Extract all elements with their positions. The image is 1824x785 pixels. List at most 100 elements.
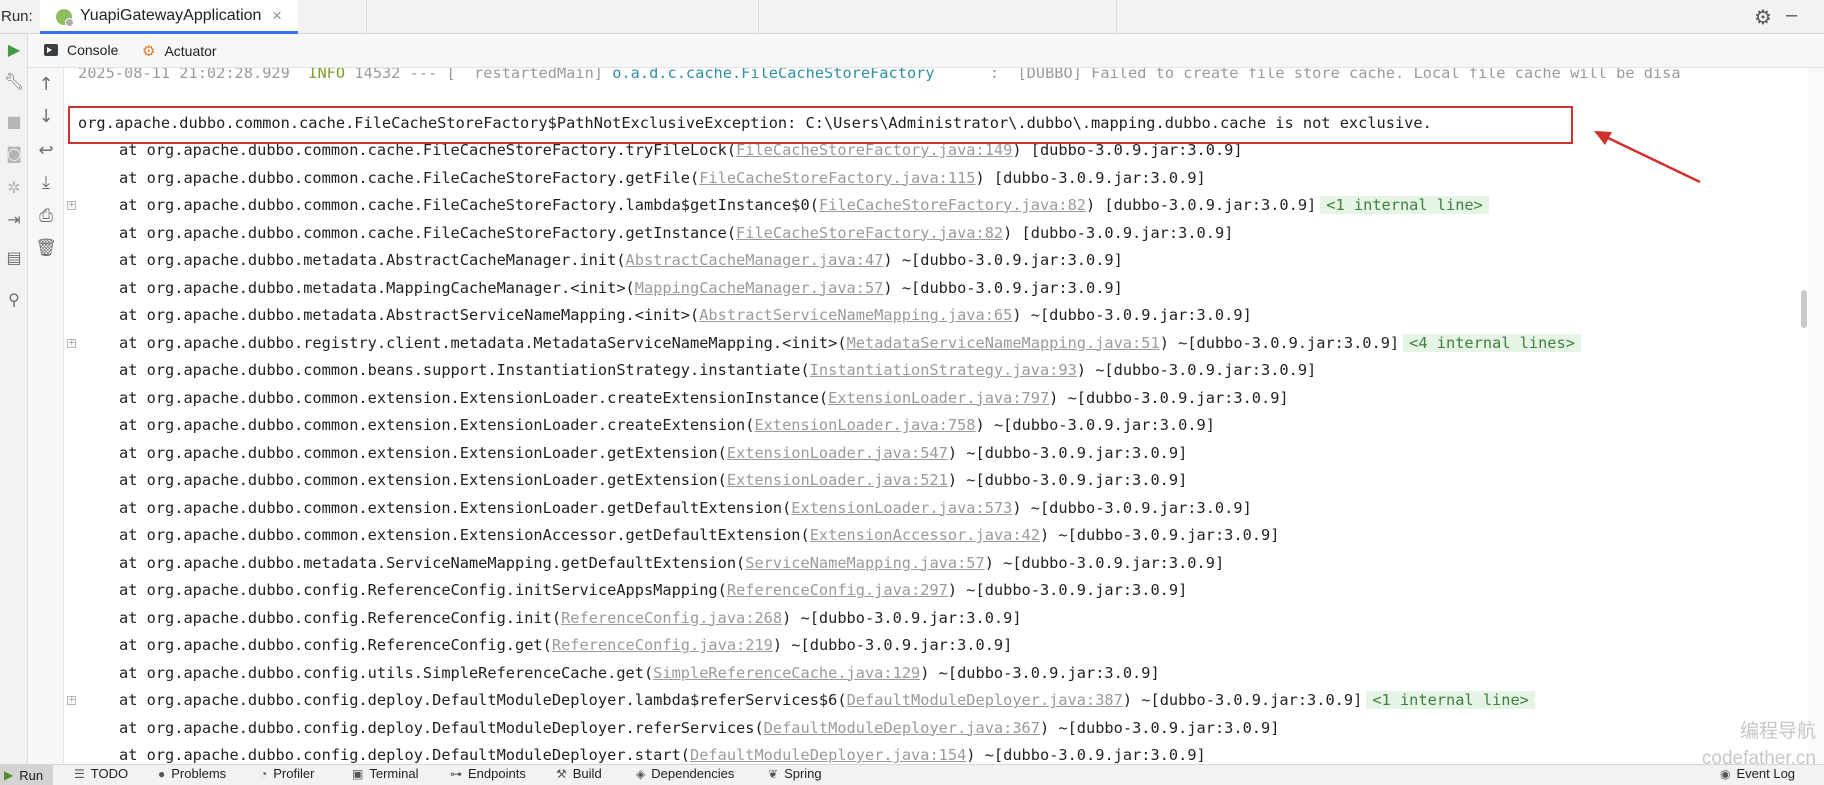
source-link[interactable]: ReferenceConfig.java:268 <box>561 609 782 627</box>
source-link[interactable]: ExtensionLoader.java:547 <box>727 444 948 462</box>
gear-icon[interactable]: ⚙ <box>1754 5 1772 30</box>
log-logger: o.a.d.c.cache.FileCacheStoreFactory <box>612 68 935 82</box>
leaf-icon: ❦ <box>768 766 779 781</box>
source-link[interactable]: ExtensionLoader.java:521 <box>727 471 948 489</box>
tab-yuapi-gateway-application[interactable]: YuapiGatewayApplication × <box>40 0 298 34</box>
source-link[interactable]: ReferenceConfig.java:297 <box>727 581 948 599</box>
log-line: 2025-08-11 21:02:28.929 INFO 14532 --- [… <box>78 68 1681 87</box>
login-icon[interactable]: ⇥ <box>2 210 26 229</box>
frame-jar: ) ~[dubbo-3.0.9.jar:3.0.9] <box>883 251 1123 269</box>
log-date: 2025-08-11 21:02:28.929 <box>78 68 290 82</box>
tool-spring-label: Spring <box>784 766 822 781</box>
source-link[interactable]: InstantiationStrategy.java:93 <box>810 361 1077 379</box>
frame-method: at org.apache.dubbo.metadata.AbstractSer… <box>119 306 700 324</box>
source-link[interactable]: ExtensionLoader.java:758 <box>754 416 975 434</box>
tab-actuator[interactable]: ⚙ Actuator <box>142 42 217 60</box>
frame-jar: ) ~[dubbo-3.0.9.jar:3.0.9] <box>1039 526 1280 544</box>
run-toolbar: Run: YuapiGatewayApplication × ⚙ – <box>0 0 1824 34</box>
tool-terminal[interactable]: ▣ Terminal <box>352 766 418 781</box>
fold-toggle-icon[interactable]: + <box>67 338 76 348</box>
up-arrow-icon[interactable]: ↑ <box>34 74 58 95</box>
close-icon[interactable]: × <box>272 6 282 26</box>
fold-toggle-icon[interactable]: + <box>67 201 76 210</box>
internal-lines-badge[interactable]: <1 internal line> <box>1320 196 1489 214</box>
tool-spring[interactable]: ❦ Spring <box>768 766 822 781</box>
source-link[interactable]: DefaultModuleDeployer.java:154 <box>690 746 966 764</box>
source-link[interactable]: ExtensionLoader.java:573 <box>791 499 1012 517</box>
source-link[interactable]: AbstractServiceNameMapping.java:65 <box>699 306 1012 324</box>
tool-problems-label: Problems <box>171 766 227 781</box>
source-link[interactable]: MetadataServiceNameMapping.java:51 <box>847 334 1160 352</box>
terminal-icon: ▣ <box>352 766 364 781</box>
stack-frame: at org.apache.dubbo.config.ReferenceConf… <box>119 632 1012 659</box>
source-link[interactable]: SimpleReferenceCache.java:129 <box>653 664 920 682</box>
frame-method: at org.apache.dubbo.metadata.AbstractCac… <box>119 251 626 269</box>
frame-method: at org.apache.dubbo.common.extension.Ext… <box>119 471 727 489</box>
console-output[interactable]: 2025-08-11 21:02:28.929 INFO 14532 --- [… <box>64 68 1808 764</box>
tab-console[interactable]: Console <box>44 42 118 58</box>
run-tab-title: YuapiGatewayApplication <box>80 7 262 24</box>
source-link[interactable]: ExtensionLoader.java:797 <box>828 389 1049 407</box>
list-icon: ☰ <box>74 766 85 781</box>
layout-icon[interactable]: ▤ <box>2 248 26 267</box>
source-link[interactable]: MappingCacheManager.java:57 <box>635 279 884 297</box>
source-link[interactable]: DefaultModuleDeployer.java:367 <box>764 719 1040 737</box>
stack-frame: at org.apache.dubbo.config.deploy.Defaul… <box>119 742 1206 764</box>
tool-profiler[interactable]: ◔ Profiler <box>260 766 314 781</box>
source-link[interactable]: FileCacheStoreFactory.java:82 <box>736 224 1003 242</box>
internal-lines-badge[interactable]: <1 internal line> <box>1366 691 1535 709</box>
source-link[interactable]: ExtensionAccessor.java:42 <box>810 526 1040 544</box>
tool-event-log[interactable]: ◉ Event Log <box>1720 766 1795 781</box>
stack-frame: at org.apache.dubbo.common.beans.support… <box>119 357 1316 384</box>
tool-problems[interactable]: ● Problems <box>158 766 226 781</box>
stop-icon[interactable]: ■ <box>2 112 26 131</box>
source-link[interactable]: ServiceNameMapping.java:57 <box>745 554 984 572</box>
wrench-icon[interactable]: 🔧︎ <box>2 72 26 91</box>
tool-run-label: Run <box>19 767 44 783</box>
rerun-icon[interactable]: ▶ <box>2 40 26 59</box>
stack-frame: at org.apache.dubbo.metadata.MappingCach… <box>119 275 1123 302</box>
pin-icon[interactable]: ⚲ <box>2 290 26 309</box>
frame-jar: ) ~[dubbo-3.0.9.jar:3.0.9] <box>772 636 1013 654</box>
source-link[interactable]: FileCacheStoreFactory.java:149 <box>736 141 1012 159</box>
stack-frame: at org.apache.dubbo.common.extension.Ext… <box>119 440 1187 467</box>
trash-icon[interactable]: 🗑︎ <box>34 238 58 258</box>
divider <box>1116 0 1117 34</box>
print-icon[interactable]: ⎙ <box>34 206 58 226</box>
internal-lines-badge[interactable]: <4 internal lines> <box>1403 333 1581 352</box>
down-arrow-icon[interactable]: ↓ <box>34 106 58 127</box>
tool-terminal-label: Terminal <box>369 766 419 781</box>
vertical-scrollbar[interactable] <box>1808 68 1824 764</box>
stack-frame: at org.apache.dubbo.config.ReferenceConf… <box>119 605 1022 632</box>
log-thread: [ restartedMain] <box>446 68 604 82</box>
stack-frame: at org.apache.dubbo.common.cache.FileCac… <box>119 165 1206 192</box>
scrollbar-thumb[interactable] <box>1801 290 1807 328</box>
soft-wrap-icon[interactable]: ↩ <box>34 140 58 161</box>
source-link[interactable]: AbstractCacheManager.java:47 <box>626 251 884 269</box>
tool-endpoints[interactable]: ⊶ Endpoints <box>450 766 526 781</box>
frame-jar: ) ~[dubbo-3.0.9.jar:3.0.9] <box>984 553 1225 572</box>
tool-todo[interactable]: ☰ TODO <box>74 766 128 781</box>
hammer-icon: ⚒ <box>556 766 567 781</box>
tab-console-label: Console <box>67 42 119 58</box>
stack-frame: at org.apache.dubbo.common.extension.Ext… <box>119 412 1215 439</box>
frame-method: at org.apache.dubbo.metadata.ServiceName… <box>119 553 746 572</box>
tool-run[interactable]: ▶ Run <box>0 765 54 785</box>
fold-toggle-icon[interactable]: + <box>67 696 76 705</box>
tool-dependencies[interactable]: ◈ Dependencies <box>636 766 734 781</box>
minimize-icon[interactable]: – <box>1786 4 1797 27</box>
scroll-to-end-icon[interactable]: ⤓ <box>34 172 58 193</box>
source-link[interactable]: FileCacheStoreFactory.java:82 <box>819 196 1086 214</box>
source-link[interactable]: ReferenceConfig.java:219 <box>552 636 773 654</box>
tool-build[interactable]: ⚒ Build <box>556 766 602 781</box>
frame-jar: ) ~[dubbo-3.0.9.jar:3.0.9] <box>947 443 1188 462</box>
watermark-cn: 编程导航 <box>1739 721 1816 742</box>
camera-icon[interactable]: ◙ <box>2 144 26 163</box>
source-link[interactable]: FileCacheStoreFactory.java:115 <box>699 169 975 187</box>
source-link[interactable]: DefaultModuleDeployer.java:387 <box>847 691 1123 709</box>
frame-method: at org.apache.dubbo.common.extension.Ext… <box>119 416 755 434</box>
frame-jar: ) ~[dubbo-3.0.9.jar:3.0.9] <box>920 663 1160 682</box>
frame-jar: ) ~[dubbo-3.0.9.jar:3.0.9] <box>1159 333 1400 352</box>
stack-frame: at org.apache.dubbo.config.ReferenceConf… <box>119 577 1187 604</box>
gear-icon[interactable]: ✲ <box>2 178 26 197</box>
